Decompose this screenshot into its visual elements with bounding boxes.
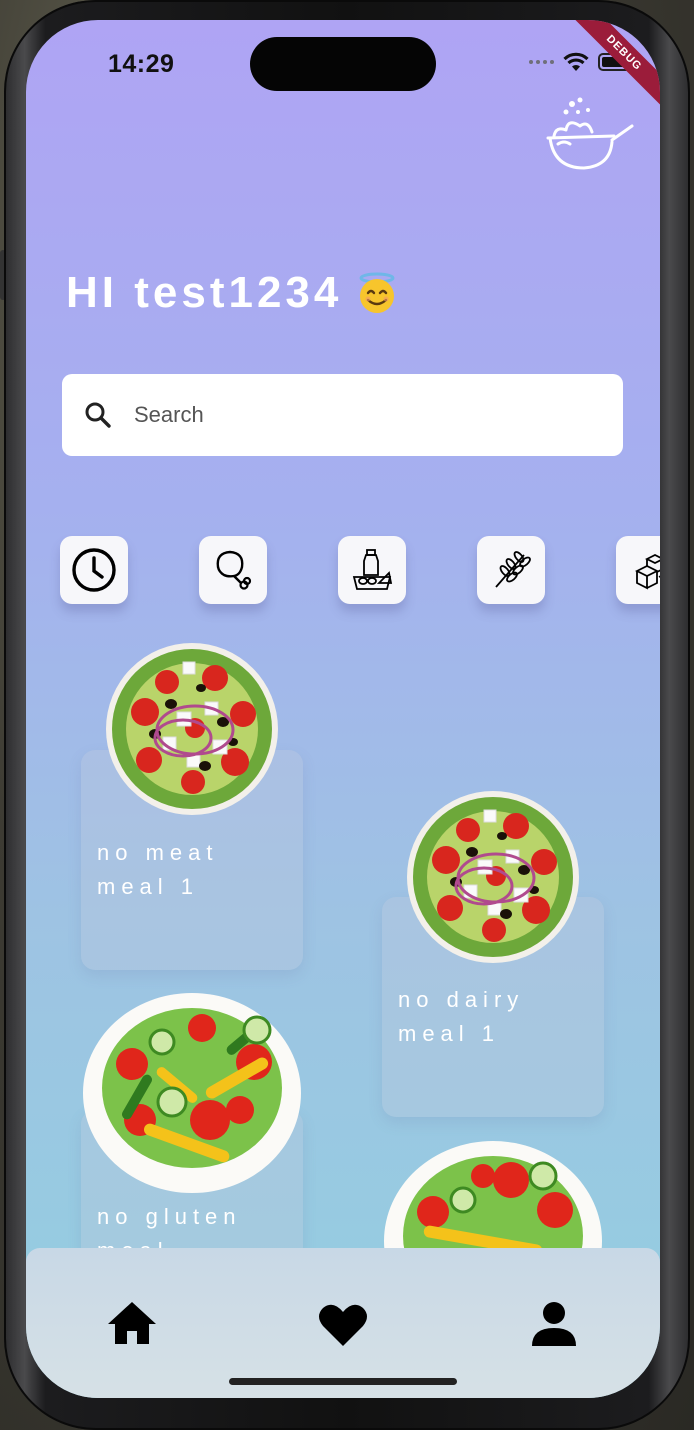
chicken-leg-icon <box>216 550 252 590</box>
app-screen: 14:29 DEBUG HI test1234 Search no meat m… <box>26 20 660 1398</box>
category-time-button[interactable] <box>60 536 128 604</box>
search-input[interactable] <box>132 401 556 429</box>
search-icon <box>85 402 111 428</box>
greek-salad-image <box>407 791 579 963</box>
search-bar[interactable] <box>62 374 623 456</box>
meal-card-title: no dairy meal 1 <box>398 987 525 1046</box>
signal-icon <box>529 60 554 64</box>
profile-icon[interactable] <box>528 1298 580 1350</box>
mixed-salad-image <box>83 993 301 1193</box>
wheat-icon <box>495 551 531 588</box>
status-time: 14:29 <box>108 50 175 78</box>
sugar-cubes-icon <box>634 553 660 590</box>
home-indicator <box>229 1378 457 1385</box>
category-sugar-button[interactable] <box>616 536 660 604</box>
dairy-icon <box>352 549 393 590</box>
heart-icon[interactable] <box>317 1298 369 1350</box>
cooking-pan-logo-icon <box>546 97 634 170</box>
category-filter-row <box>60 536 660 606</box>
dynamic-island <box>250 37 436 91</box>
bottom-navigation-bar <box>26 1248 660 1398</box>
smiling-halo-emoji-icon <box>359 272 395 313</box>
greeting-text: HI test1234 <box>66 268 343 317</box>
clock-icon <box>72 548 116 592</box>
category-gluten-button[interactable] <box>477 536 545 604</box>
greeting-heading: HI test1234 <box>66 268 398 318</box>
category-meat-button[interactable] <box>199 536 267 604</box>
meal-card-title: no meat meal 1 <box>97 840 219 899</box>
wifi-icon <box>563 52 589 71</box>
home-icon[interactable] <box>106 1298 158 1350</box>
category-dairy-button[interactable] <box>338 536 406 604</box>
greek-salad-image <box>106 643 278 815</box>
